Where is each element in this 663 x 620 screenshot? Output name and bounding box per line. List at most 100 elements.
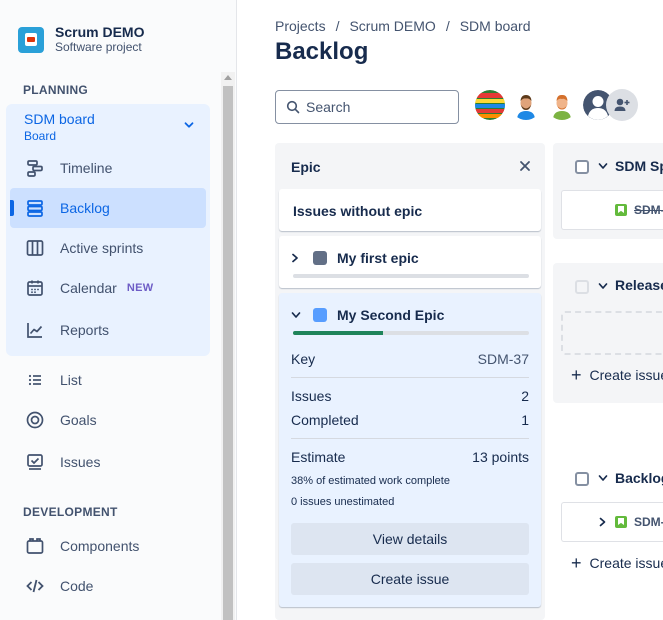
sidebar-item-label: Goals bbox=[60, 412, 97, 428]
backlog-title[interactable]: Backlog bbox=[615, 470, 663, 486]
sidebar-item-label: List bbox=[60, 372, 82, 388]
backlog-icon bbox=[24, 197, 46, 219]
create-issue-link[interactable]: + Create issue bbox=[571, 365, 663, 385]
epic-card[interactable]: My first epic bbox=[279, 236, 541, 288]
search-icon bbox=[286, 100, 300, 114]
sidebar-item-label: Components bbox=[60, 538, 140, 554]
breadcrumb: Projects / Scrum DEMO / SDM board bbox=[275, 18, 531, 34]
sprint-checkbox[interactable] bbox=[575, 160, 589, 174]
sidebar-item-label: Backlog bbox=[60, 200, 110, 216]
story-icon bbox=[615, 204, 627, 216]
chevron-down-icon[interactable] bbox=[598, 282, 608, 290]
code-icon bbox=[24, 575, 46, 597]
epic-issues-row: Issues 2 bbox=[291, 388, 529, 404]
chart-line-icon bbox=[24, 319, 46, 341]
epic-key-row: Key SDM-37 bbox=[291, 351, 529, 367]
chevron-down-icon[interactable] bbox=[291, 311, 301, 319]
timeline-icon bbox=[24, 157, 46, 179]
epic-color-swatch bbox=[313, 251, 327, 265]
sidebar-item-active-sprints[interactable]: Active sprints bbox=[24, 232, 143, 264]
plus-icon: + bbox=[571, 365, 582, 385]
epic-progress-bar bbox=[293, 274, 529, 278]
view-details-button[interactable]: View details bbox=[291, 523, 529, 555]
plus-icon: + bbox=[571, 553, 582, 573]
sidebar-scrollbar[interactable] bbox=[221, 72, 235, 620]
close-icon[interactable] bbox=[519, 160, 531, 172]
add-people-button[interactable] bbox=[606, 89, 638, 121]
sidebar-item-components[interactable]: Components bbox=[24, 530, 139, 562]
new-badge: NEW bbox=[126, 282, 154, 294]
chevron-down-icon[interactable] bbox=[598, 162, 608, 170]
sprint-checkbox bbox=[575, 280, 589, 294]
active-indicator bbox=[10, 200, 14, 216]
backlog-checkbox[interactable] bbox=[575, 472, 589, 486]
sidebar-item-goals[interactable]: Goals bbox=[24, 404, 97, 436]
components-icon bbox=[24, 535, 46, 557]
project-header[interactable]: Scrum DEMO Software project bbox=[18, 24, 144, 55]
epic-progress-fill bbox=[293, 331, 383, 335]
sidebar-item-calendar[interactable]: Calendar NEW bbox=[24, 272, 153, 304]
epic-completed-row: Completed 1 bbox=[291, 412, 529, 428]
epic-color-swatch bbox=[313, 308, 327, 322]
sidebar-item-label: Active sprints bbox=[60, 240, 144, 256]
epic-name: My Second Epic bbox=[337, 307, 445, 323]
chevron-down-icon[interactable] bbox=[598, 474, 608, 482]
sprint-title[interactable]: SDM Sp bbox=[615, 158, 663, 174]
sidebar-item-label: Issues bbox=[60, 454, 101, 470]
scroll-up-icon[interactable] bbox=[224, 75, 232, 80]
development-section-label: DEVELOPMENT bbox=[23, 505, 118, 519]
unestimated-note: 0 issues unestimated bbox=[291, 496, 395, 508]
chevron-right-icon[interactable] bbox=[291, 253, 301, 263]
sidebar-item-list[interactable]: List bbox=[24, 364, 82, 396]
epic-panel: Epic Issues without epic My first epic M… bbox=[275, 143, 545, 620]
avatar[interactable] bbox=[511, 90, 541, 120]
chevron-down-icon[interactable] bbox=[184, 120, 194, 130]
project-type: Software project bbox=[55, 40, 142, 54]
breadcrumb-projects[interactable]: Projects bbox=[275, 18, 326, 34]
avatar-group bbox=[475, 90, 613, 120]
columns-icon bbox=[24, 237, 46, 259]
epic-card-no-epic[interactable]: Issues without epic bbox=[279, 189, 541, 231]
chevron-right-icon[interactable] bbox=[599, 517, 606, 527]
epic-card-expanded[interactable]: My Second Epic Key SDM-37 Issues 2 Compl… bbox=[279, 293, 541, 607]
search-box[interactable] bbox=[275, 90, 459, 124]
epic-name: My first epic bbox=[337, 250, 419, 266]
sidebar-item-label: Calendar bbox=[60, 280, 117, 296]
project-avatar-icon bbox=[18, 26, 44, 53]
empty-sprint-dropzone bbox=[561, 311, 663, 355]
estimate-note: 38% of estimated work complete bbox=[291, 475, 450, 487]
issue-key[interactable]: SDM- bbox=[634, 203, 663, 217]
issue-key[interactable]: SDM- bbox=[634, 515, 663, 529]
story-icon bbox=[615, 516, 627, 528]
create-issue-link[interactable]: + Create issue bbox=[571, 553, 663, 573]
planning-section-label: PLANNING bbox=[23, 83, 89, 97]
create-issue-button[interactable]: Create issue bbox=[291, 563, 529, 595]
board-sub: Board bbox=[24, 129, 57, 143]
sprint-title[interactable]: Release bbox=[615, 277, 663, 293]
sidebar-item-backlog[interactable]: Backlog bbox=[24, 192, 110, 224]
sidebar-item-label: Reports bbox=[60, 322, 110, 338]
list-icon bbox=[24, 369, 46, 391]
project-name: Scrum DEMO bbox=[55, 24, 145, 40]
sidebar-item-code[interactable]: Code bbox=[24, 570, 93, 602]
sidebar-item-issues[interactable]: Issues bbox=[24, 446, 100, 478]
sidebar-item-timeline[interactable]: Timeline bbox=[24, 152, 112, 184]
page-title: Backlog bbox=[275, 38, 369, 65]
add-user-icon bbox=[614, 98, 630, 111]
avatar[interactable] bbox=[547, 90, 577, 120]
epic-key: SDM-37 bbox=[477, 351, 529, 367]
sidebar-item-label: Timeline bbox=[60, 160, 113, 176]
sidebar-item-label: Code bbox=[60, 578, 94, 594]
board-name: SDM board bbox=[24, 111, 95, 127]
search-input[interactable] bbox=[306, 99, 446, 115]
calendar-icon bbox=[24, 277, 46, 299]
breadcrumb-board[interactable]: SDM board bbox=[460, 18, 531, 34]
board-selector[interactable]: SDM board Board bbox=[24, 111, 95, 144]
avatar[interactable] bbox=[475, 90, 505, 120]
scrollbar-thumb[interactable] bbox=[223, 86, 233, 620]
issues-icon bbox=[24, 451, 46, 473]
no-epic-label: Issues without epic bbox=[293, 203, 423, 219]
breadcrumb-project[interactable]: Scrum DEMO bbox=[349, 18, 435, 34]
target-icon bbox=[24, 409, 46, 431]
sidebar-item-reports[interactable]: Reports bbox=[24, 314, 109, 346]
